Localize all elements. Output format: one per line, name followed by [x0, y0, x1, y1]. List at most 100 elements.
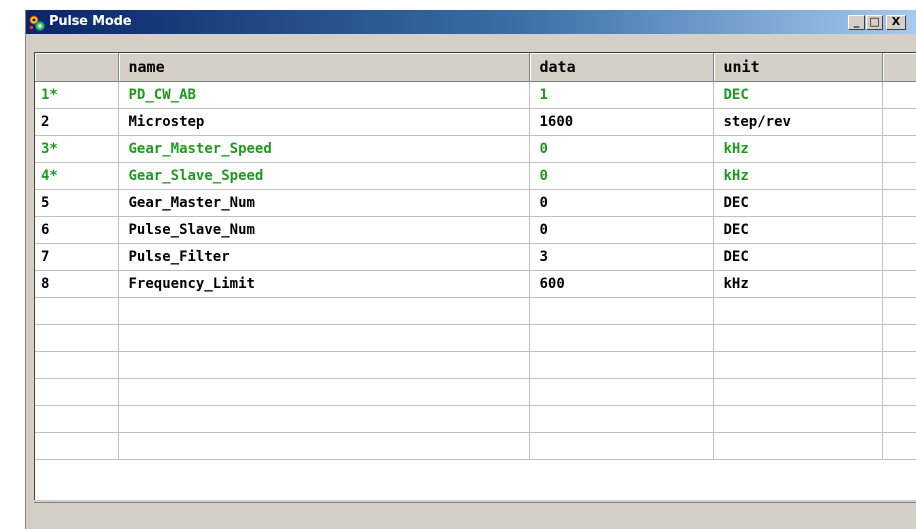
empty-row[interactable]: [35, 351, 916, 379]
row-index-cell[interactable]: 2: [35, 108, 119, 136]
parameter-unit-cell[interactable]: kHz: [713, 270, 883, 298]
parameter-table: name data unit 1* PD_CW_AB 1 DEC 2 Microstep 1…: [35, 53, 916, 460]
filler-cell: [882, 108, 916, 136]
maximize-button[interactable]: □: [866, 15, 883, 30]
empty-cell[interactable]: [713, 297, 883, 325]
empty-row[interactable]: [35, 378, 916, 406]
empty-cell[interactable]: [529, 324, 714, 352]
parameter-value-cell[interactable]: 0: [529, 189, 714, 217]
empty-cell[interactable]: [35, 378, 119, 406]
empty-row[interactable]: [35, 324, 916, 352]
table-row[interactable]: 3* Gear_Master_Speed 0 kHz: [35, 135, 916, 163]
empty-cell[interactable]: [35, 432, 119, 460]
empty-cell[interactable]: [35, 324, 119, 352]
empty-cell: [882, 324, 916, 352]
row-index-cell[interactable]: 5: [35, 189, 119, 217]
table-row[interactable]: 2 Microstep 1600 step/rev: [35, 108, 916, 136]
empty-cell[interactable]: [529, 378, 714, 406]
empty-cell[interactable]: [713, 405, 883, 433]
row-index-cell[interactable]: 3*: [35, 135, 119, 163]
row-index-cell[interactable]: 1*: [35, 81, 119, 109]
empty-cell[interactable]: [529, 351, 714, 379]
empty-cell[interactable]: [35, 297, 119, 325]
parameter-grid[interactable]: name data unit 1* PD_CW_AB 1 DEC 2 Microstep 1…: [34, 52, 916, 500]
empty-cell[interactable]: [118, 432, 530, 460]
column-header-data[interactable]: data: [529, 53, 714, 82]
empty-cell[interactable]: [713, 324, 883, 352]
parameter-unit-cell[interactable]: kHz: [713, 162, 883, 190]
empty-cell: [882, 405, 916, 433]
filler-cell: [882, 216, 916, 244]
empty-row[interactable]: [35, 297, 916, 325]
empty-row[interactable]: [35, 405, 916, 433]
column-header-filler: [882, 53, 916, 82]
row-index-cell[interactable]: 4*: [35, 162, 119, 190]
empty-cell[interactable]: [118, 324, 530, 352]
table-body: 1* PD_CW_AB 1 DEC 2 Microstep 1600 step/rev 3* Ge…: [35, 81, 916, 460]
table-row[interactable]: 5 Gear_Master_Num 0 DEC: [35, 189, 916, 217]
status-bar: [34, 502, 916, 529]
empty-cell[interactable]: [529, 405, 714, 433]
column-header-unit[interactable]: unit: [713, 53, 883, 82]
parameter-unit-cell[interactable]: DEC: [713, 216, 883, 244]
row-index-cell[interactable]: 8: [35, 270, 119, 298]
parameter-name-cell[interactable]: Gear_Slave_Speed: [118, 162, 530, 190]
filler-cell: [882, 135, 916, 163]
parameter-name-cell[interactable]: Pulse_Slave_Num: [118, 216, 530, 244]
parameter-value-cell[interactable]: 1600: [529, 108, 714, 136]
empty-cell: [882, 297, 916, 325]
empty-cell[interactable]: [713, 351, 883, 379]
header-row: name data unit: [35, 53, 916, 82]
empty-cell[interactable]: [713, 432, 883, 460]
parameter-name-cell[interactable]: PD_CW_AB: [118, 81, 530, 109]
parameter-unit-cell[interactable]: kHz: [713, 135, 883, 163]
table-row[interactable]: 4* Gear_Slave_Speed 0 kHz: [35, 162, 916, 190]
empty-cell[interactable]: [118, 351, 530, 379]
empty-cell: [882, 351, 916, 379]
row-index-cell[interactable]: 7: [35, 243, 119, 271]
close-button[interactable]: X: [886, 15, 906, 30]
empty-cell[interactable]: [35, 405, 119, 433]
parameter-value-cell[interactable]: 0: [529, 216, 714, 244]
parameter-value-cell[interactable]: 0: [529, 135, 714, 163]
empty-cell[interactable]: [118, 378, 530, 406]
parameter-unit-cell[interactable]: step/rev: [713, 108, 883, 136]
parameter-value-cell[interactable]: 1: [529, 81, 714, 109]
parameter-name-cell[interactable]: Gear_Master_Num: [118, 189, 530, 217]
parameter-name-cell[interactable]: Frequency_Limit: [118, 270, 530, 298]
table-row[interactable]: 7 Pulse_Filter 3 DEC: [35, 243, 916, 271]
parameter-unit-cell[interactable]: DEC: [713, 81, 883, 109]
filler-cell: [882, 243, 916, 271]
empty-cell[interactable]: [713, 378, 883, 406]
parameter-value-cell[interactable]: 600: [529, 270, 714, 298]
parameter-unit-cell[interactable]: DEC: [713, 189, 883, 217]
parameter-unit-cell[interactable]: DEC: [713, 243, 883, 271]
table-row[interactable]: 6 Pulse_Slave_Num 0 DEC: [35, 216, 916, 244]
filler-cell: [882, 162, 916, 190]
parameter-name-cell[interactable]: Microstep: [118, 108, 530, 136]
minimize-button[interactable]: _: [848, 15, 865, 30]
filler-cell: [882, 189, 916, 217]
empty-cell[interactable]: [118, 405, 530, 433]
window-title: Pulse Mode: [49, 14, 132, 29]
parameter-value-cell[interactable]: 3: [529, 243, 714, 271]
app-gear-icon: [29, 15, 45, 31]
parameter-name-cell[interactable]: Gear_Master_Speed: [118, 135, 530, 163]
parameter-name-cell[interactable]: Pulse_Filter: [118, 243, 530, 271]
empty-cell[interactable]: [118, 297, 530, 325]
column-header-index[interactable]: [35, 53, 119, 82]
parameter-value-cell[interactable]: 0: [529, 162, 714, 190]
title-bar[interactable]: Pulse Mode _ □ X: [26, 10, 916, 34]
empty-cell: [882, 432, 916, 460]
empty-cell: [882, 378, 916, 406]
filler-cell: [882, 270, 916, 298]
empty-cell[interactable]: [529, 297, 714, 325]
pulse-mode-window: Pulse Mode _ □ X name data unit 1* PD_CW_…: [25, 10, 916, 529]
table-row[interactable]: 1* PD_CW_AB 1 DEC: [35, 81, 916, 109]
empty-cell[interactable]: [35, 351, 119, 379]
row-index-cell[interactable]: 6: [35, 216, 119, 244]
table-row[interactable]: 8 Frequency_Limit 600 kHz: [35, 270, 916, 298]
empty-row[interactable]: [35, 432, 916, 460]
empty-cell[interactable]: [529, 432, 714, 460]
column-header-name[interactable]: name: [118, 53, 530, 82]
